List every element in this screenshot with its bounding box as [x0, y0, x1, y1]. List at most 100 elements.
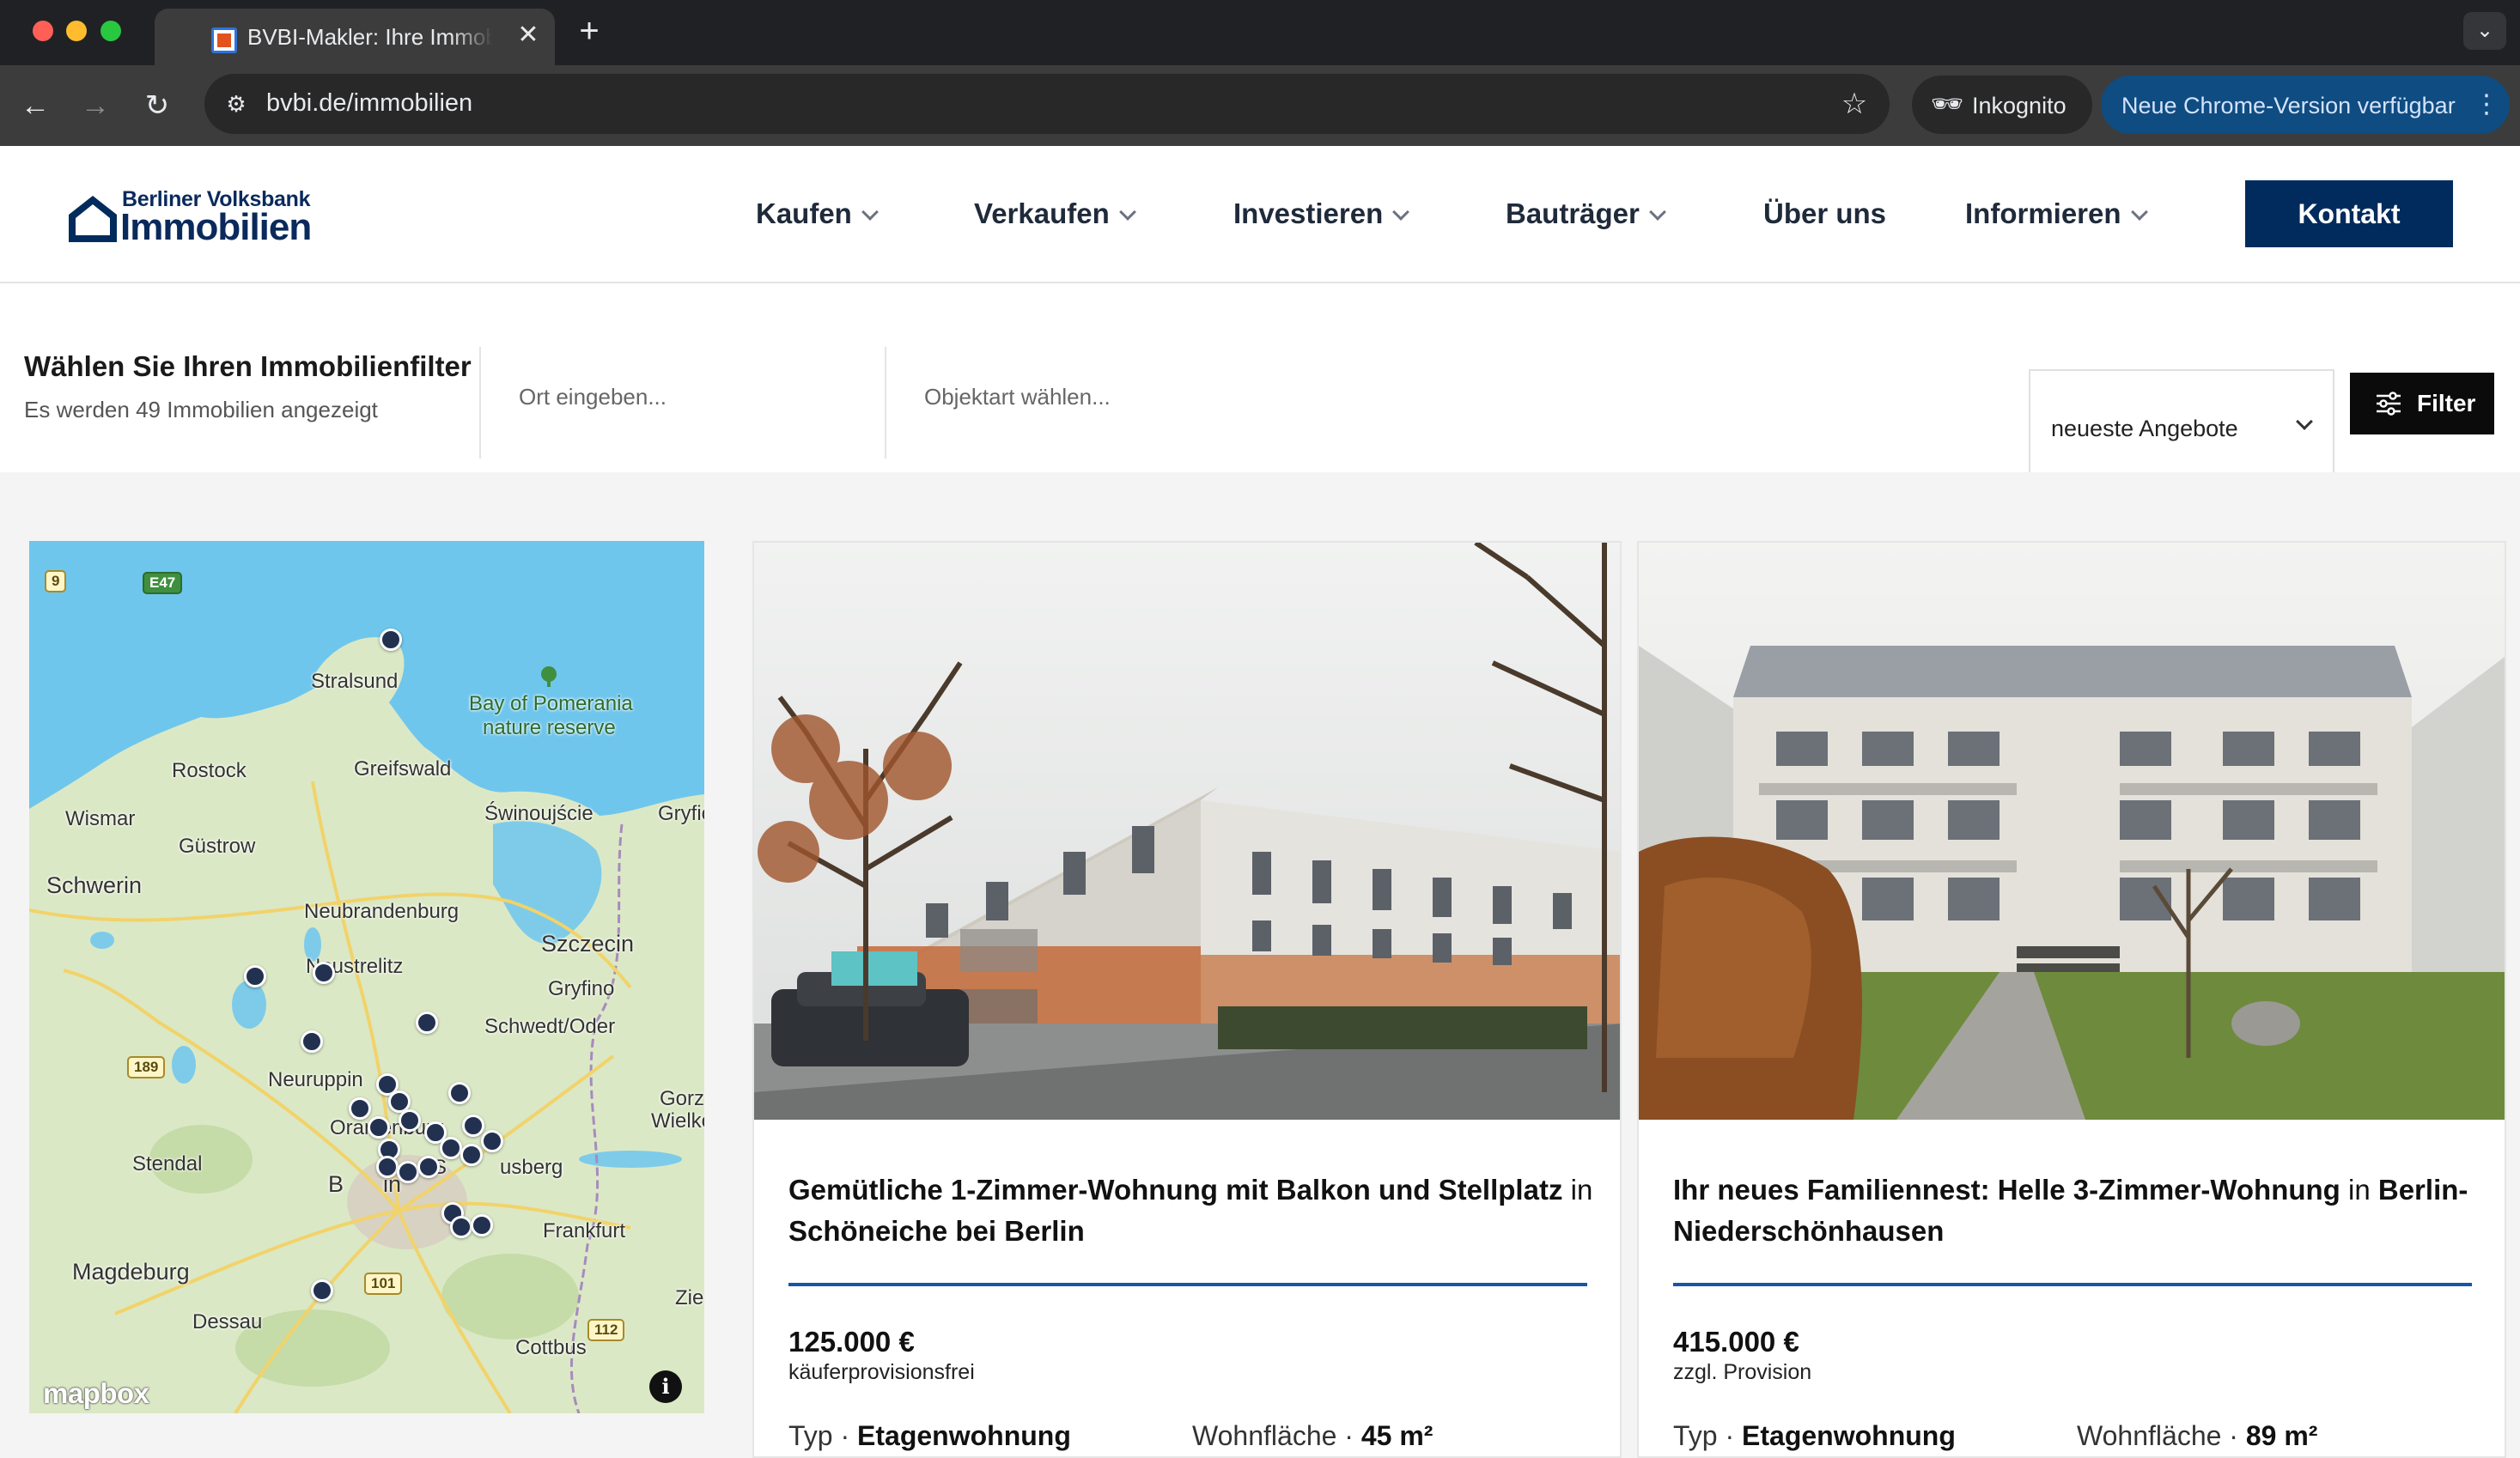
map-label: Schwedt/Oder: [484, 1015, 616, 1038]
nav-item-verkaufen[interactable]: Verkaufen: [974, 197, 1136, 234]
chrome-update-button[interactable]: Neue Chrome-Version verfügbar ⋮: [2101, 76, 2510, 134]
listing-price: 125.000 €: [788, 1326, 915, 1358]
browser-tab[interactable]: BVBI-Makler: Ihre Immobilien ✕: [155, 9, 555, 65]
sort-value: neueste Angebote: [2051, 416, 2238, 441]
map-label: Schwerin: [46, 872, 143, 898]
sort-box[interactable]: neueste Angebote: [2029, 369, 2334, 483]
site-settings-icon[interactable]: ⚙: [220, 88, 253, 120]
property-filter-bar: Wählen Sie Ihren Immobilienfilter Es wer…: [0, 285, 2520, 483]
nav-item-bautraeger[interactable]: Bauträger: [1506, 197, 1666, 234]
window-close-button[interactable]: [33, 21, 53, 41]
property-marker[interactable]: [462, 1115, 484, 1137]
property-marker[interactable]: [397, 1161, 419, 1183]
property-marker[interactable]: [244, 965, 266, 987]
reload-icon[interactable]: ↻: [136, 84, 179, 127]
listing-card[interactable]: Gemütliche 1-Zimmer-Wohnung mit Balkon u…: [752, 541, 1622, 1458]
listing-title-location: Schöneiche bei Berlin: [788, 1215, 1085, 1247]
nav-label: Informieren: [1965, 197, 2121, 229]
map-label: Wismar: [65, 807, 136, 830]
site-header: Berliner Volksbank Immobilien Kaufen Ver…: [0, 146, 2520, 283]
nav-item-ueber-uns[interactable]: Über uns: [1763, 197, 1886, 234]
kontakt-button[interactable]: Kontakt: [2245, 180, 2453, 247]
chrome-update-label: Neue Chrome-Version verfügbar: [2121, 93, 2456, 118]
listing-photo[interactable]: [1639, 543, 2506, 1120]
map-label: Magdeburg: [72, 1259, 190, 1285]
divider: [885, 347, 886, 459]
listing-area: Wohnfläche · 45 m²: [1192, 1420, 1433, 1452]
nav-label: Kaufen: [756, 197, 852, 229]
chevron-down-icon: [1118, 204, 1136, 221]
mapbox-logo[interactable]: mapbox: [43, 1377, 149, 1410]
listing-type-label: Typ ·: [788, 1420, 850, 1451]
road-badge: 101: [364, 1273, 403, 1295]
tab-close-icon[interactable]: ✕: [514, 21, 543, 50]
property-marker[interactable]: [471, 1214, 493, 1236]
map-label: Zie: [675, 1286, 704, 1309]
location-input[interactable]: [519, 380, 862, 414]
listing-title[interactable]: Gemütliche 1-Zimmer-Wohnung mit Balkon u…: [788, 1169, 1596, 1252]
bookmark-star-icon[interactable]: ☆: [1836, 86, 1872, 122]
browser-tab-bar: BVBI-Makler: Ihre Immobilien ✕ + ⌄: [0, 0, 2520, 65]
incognito-icon: 🕶: [1931, 90, 1964, 118]
filter-button[interactable]: Filter: [2350, 373, 2494, 434]
property-marker[interactable]: [417, 1156, 440, 1178]
listing-title-main: Gemütliche 1-Zimmer-Wohnung mit Balkon u…: [788, 1174, 1563, 1206]
listing-title[interactable]: Ihr neues Familiennest: Helle 3-Zimmer-W…: [1673, 1169, 2480, 1252]
property-type-input[interactable]: [924, 380, 1525, 414]
property-marker[interactable]: [368, 1116, 390, 1139]
bvbi-logo[interactable]: Berliner Volksbank Immobilien: [64, 182, 321, 248]
nav-label: Investieren: [1233, 197, 1384, 229]
listing-photo[interactable]: [754, 543, 1622, 1120]
property-marker[interactable]: [376, 1156, 399, 1178]
property-marker[interactable]: [448, 1082, 471, 1104]
nav-item-investieren[interactable]: Investieren: [1233, 197, 1410, 234]
map-label: Neubrandenburg: [304, 900, 460, 923]
property-marker[interactable]: [416, 1011, 438, 1034]
property-marker[interactable]: [313, 962, 335, 984]
map-label: Gryfino: [548, 977, 615, 1000]
map-label: Wielkop: [651, 1109, 704, 1133]
kebab-menu-icon[interactable]: ⋮: [2474, 88, 2499, 122]
property-marker[interactable]: [380, 629, 402, 651]
listing-area-value: 45 m²: [1360, 1420, 1433, 1451]
url-text[interactable]: bvbi.de/immobilien: [266, 89, 472, 118]
property-marker[interactable]: [460, 1144, 483, 1166]
browser-toolbar: ← → ↻ ⚙ bvbi.de/immobilien ☆ 🕶 Inkognito…: [0, 65, 2520, 146]
back-arrow-icon[interactable]: ←: [14, 84, 57, 127]
filter-heading: Wählen Sie Ihren Immobilienfilter: [24, 350, 472, 382]
listing-title-connector: in: [1570, 1174, 1593, 1206]
map-label: Frankfurt: [543, 1219, 626, 1242]
filter-button-label: Filter: [2417, 390, 2476, 416]
map-label: Gorz: [660, 1087, 704, 1110]
listing-area-label: Wohnfläche ·: [1192, 1420, 1354, 1451]
property-marker[interactable]: [349, 1097, 371, 1120]
listing-price: 415.000 €: [1673, 1326, 1799, 1358]
listing-title-connector: in: [2348, 1174, 2371, 1206]
sort-select[interactable]: neueste Angebote: [2029, 369, 2334, 486]
map-label: Dessau: [192, 1310, 263, 1333]
property-map[interactable]: Stralsund Bay of Pomerania nature reserv…: [29, 541, 704, 1413]
listing-card[interactable]: Ihr neues Familiennest: Helle 3-Zimmer-W…: [1637, 541, 2506, 1458]
window-zoom-button[interactable]: [100, 21, 121, 41]
tab-search-chevron-icon[interactable]: ⌄: [2463, 12, 2506, 50]
map-label: Gryfic: [658, 802, 704, 825]
chevron-down-icon: [1392, 204, 1410, 221]
forward-arrow-icon[interactable]: →: [74, 84, 117, 127]
property-marker[interactable]: [399, 1109, 421, 1132]
property-marker[interactable]: [311, 1279, 333, 1302]
property-marker[interactable]: [450, 1216, 472, 1238]
address-bar[interactable]: ⚙ bvbi.de/immobilien ☆: [204, 74, 1890, 134]
map-label: Bay of Pomerania: [469, 692, 633, 715]
divider: [479, 347, 481, 459]
nav-item-informieren[interactable]: Informieren: [1965, 197, 2148, 234]
map-info-icon[interactable]: i: [649, 1370, 682, 1403]
property-marker[interactable]: [301, 1030, 323, 1053]
property-marker[interactable]: [440, 1137, 462, 1159]
nav-item-kaufen[interactable]: Kaufen: [756, 197, 879, 234]
incognito-chip[interactable]: 🕶 Inkognito: [1912, 76, 2092, 134]
new-tab-icon[interactable]: +: [570, 12, 608, 50]
property-marker[interactable]: [481, 1130, 503, 1152]
map-label: Rostock: [172, 759, 247, 782]
listing-divider: [788, 1283, 1587, 1286]
window-minimize-button[interactable]: [66, 21, 87, 41]
